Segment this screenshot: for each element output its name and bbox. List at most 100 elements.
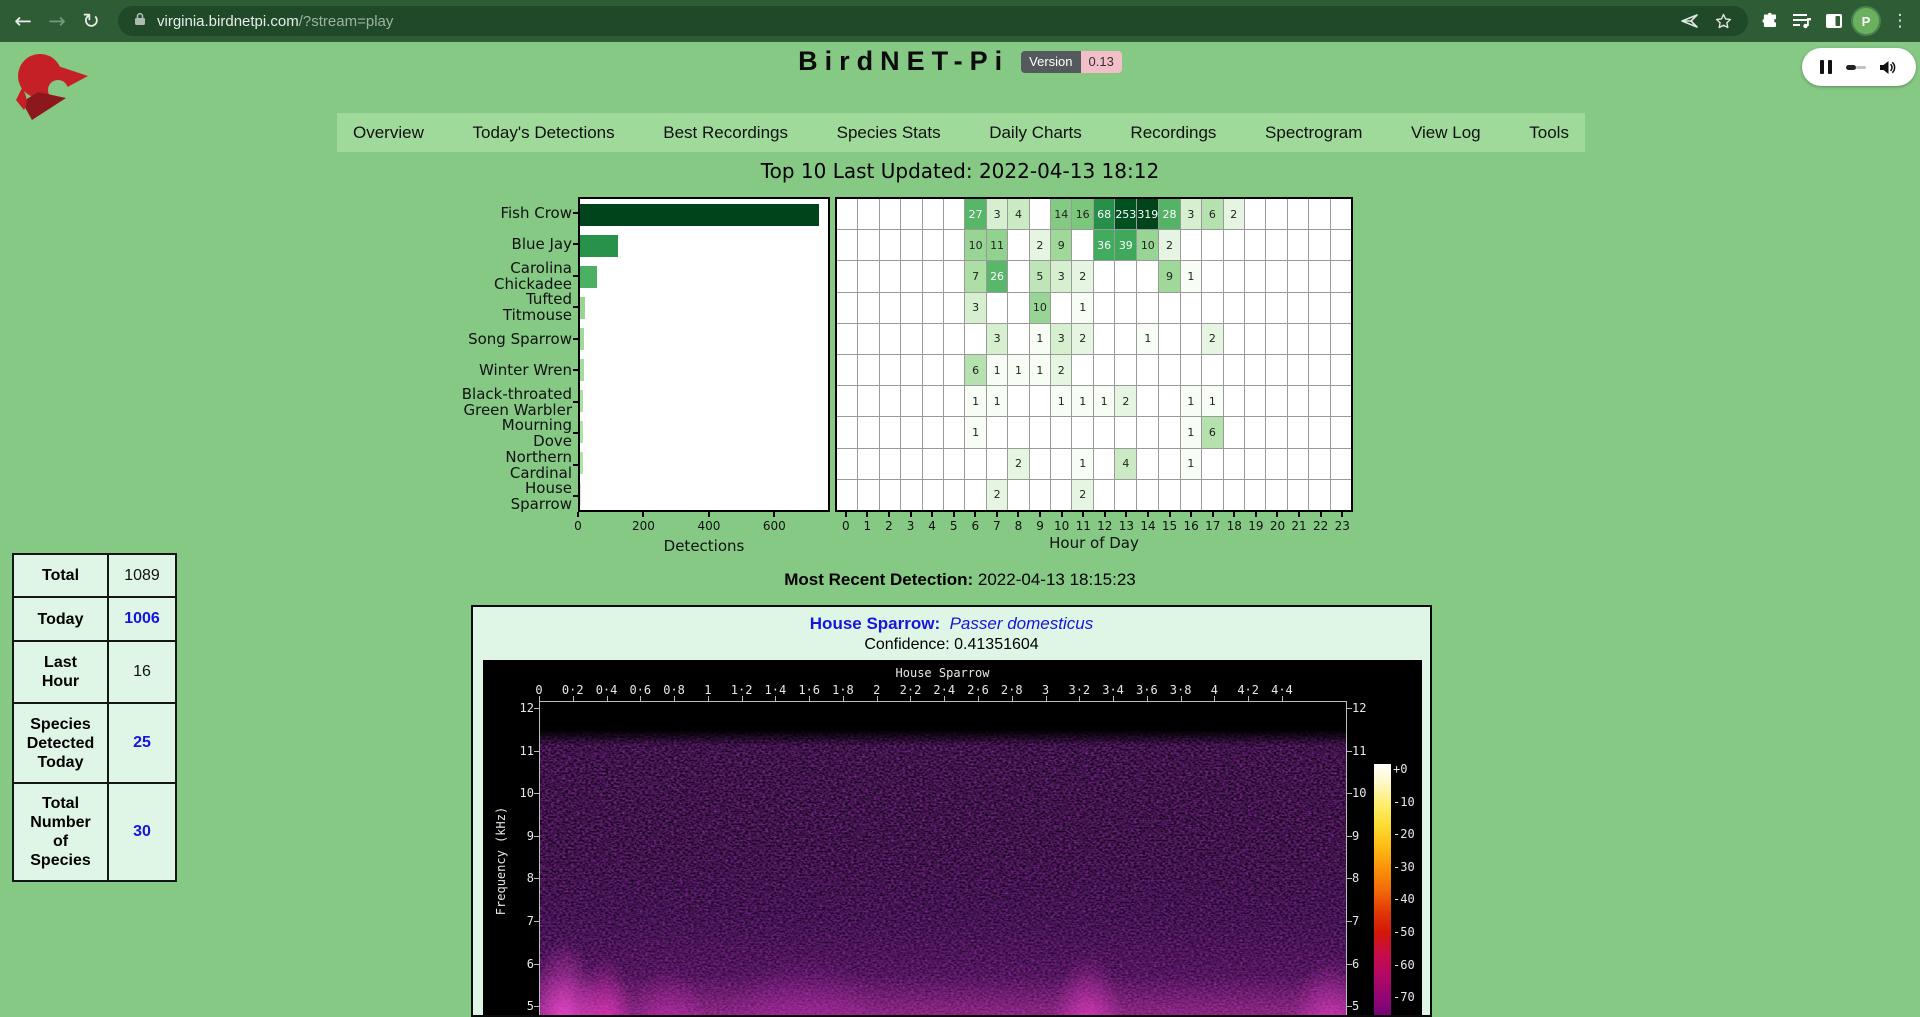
heatmap-cell <box>1245 261 1265 291</box>
heatmap-cell <box>880 261 900 291</box>
heatmap-cell <box>1115 355 1136 385</box>
extensions-icon[interactable] <box>1757 8 1783 34</box>
address-bar[interactable]: virginia.birdnetpi.com/?stream=play <box>118 6 1748 36</box>
stream-audio-player[interactable] <box>1802 48 1916 86</box>
heatmap-cell: 2 <box>1051 355 1071 385</box>
heatmap-cell: 9 <box>1159 261 1179 291</box>
heatmap-cell <box>1331 324 1351 354</box>
nav-item-overview[interactable]: Overview <box>353 123 424 143</box>
heatmap-cell <box>944 449 964 479</box>
heatmap-cell <box>1309 324 1329 354</box>
heatmap-cell: 3 <box>965 293 985 323</box>
nav-item-spectrogram[interactable]: Spectrogram <box>1265 123 1362 143</box>
nav-item-today-s-detections[interactable]: Today's Detections <box>472 123 614 143</box>
spectrogram-y-label: 12 <box>520 701 534 715</box>
spectrogram-x-label: 3·2 <box>1068 683 1090 697</box>
profile-avatar[interactable]: P <box>1853 8 1879 34</box>
nav-item-tools[interactable]: Tools <box>1529 123 1569 143</box>
heatmap-cell <box>880 417 900 447</box>
x-tick-label: 17 <box>1205 519 1220 533</box>
heatmap-cell <box>1331 386 1351 416</box>
nav-item-best-recordings[interactable]: Best Recordings <box>663 123 788 143</box>
heatmap-cell <box>901 230 921 260</box>
heatmap-cell <box>1245 199 1265 229</box>
reload-icon[interactable]: ↻ <box>74 9 108 33</box>
volume-icon[interactable] <box>1879 60 1896 75</box>
stat-value-today[interactable]: 1006 <box>108 597 176 641</box>
playlist-icon[interactable] <box>1789 8 1815 34</box>
heatmap-cell <box>1331 261 1351 291</box>
species-bar <box>580 483 581 505</box>
detection-species-link[interactable]: House Sparrow: <box>810 614 940 633</box>
heatmap-cell: 11 <box>987 230 1007 260</box>
heatmap-cell <box>1266 293 1286 323</box>
nav-item-view-log[interactable]: View Log <box>1411 123 1481 143</box>
pause-icon[interactable] <box>1820 60 1832 74</box>
send-icon[interactable] <box>1681 13 1699 29</box>
heatmap-cell <box>1094 261 1114 291</box>
detection-title: House Sparrow: Passer domesticus <box>473 614 1430 634</box>
x-tick-label: 10 <box>1054 519 1069 533</box>
stat-value-last-hour: 16 <box>108 641 176 703</box>
spectrogram-x-label: 3·4 <box>1102 683 1124 697</box>
heatmap-cell: 27 <box>965 199 985 229</box>
heatmap-cell <box>1245 386 1265 416</box>
species-bar <box>580 390 583 412</box>
x-tick <box>1082 512 1084 517</box>
heatmap-cell <box>1137 355 1158 385</box>
heatmap-cell <box>1224 417 1244 447</box>
heatmap-cell <box>987 449 1007 479</box>
x-tick <box>1169 512 1171 517</box>
colorbar-tick-label: -70 <box>1393 990 1415 1004</box>
heatmap-cell <box>837 230 857 260</box>
heatmap-cell: 1 <box>1030 355 1050 385</box>
heatmap-cell <box>1115 480 1136 510</box>
most-recent-detection: Most Recent Detection: 2022-04-13 18:15:… <box>0 570 1920 590</box>
colorbar-tick-label: -50 <box>1393 925 1415 939</box>
x-tick <box>773 512 775 517</box>
spectrogram-x-label: 3 <box>1042 683 1049 697</box>
nav-item-species-stats[interactable]: Species Stats <box>837 123 941 143</box>
stat-value-total-species[interactable]: 30 <box>108 783 176 881</box>
heatmap-cell <box>944 199 964 229</box>
heatmap-cell <box>1008 230 1028 260</box>
seek-slider[interactable] <box>1846 65 1866 70</box>
x-tick <box>1320 512 1322 517</box>
x-tick-label: 15 <box>1162 519 1177 533</box>
table-row: Last Hour 16 <box>13 641 176 703</box>
heatmap-cell <box>1331 355 1351 385</box>
spectrogram-x-label: 4 <box>1211 683 1218 697</box>
spectrogram-y-label: 6 <box>1352 957 1359 971</box>
heatmap-cell <box>837 480 857 510</box>
nav-item-daily-charts[interactable]: Daily Charts <box>989 123 1082 143</box>
heatmap-cell <box>923 324 943 354</box>
x-tick <box>910 512 912 517</box>
heatmap-cell: 1 <box>1181 417 1201 447</box>
x-tick-label: 400 <box>697 519 720 533</box>
heatmap-cell <box>1137 480 1158 510</box>
forward-icon[interactable]: → <box>40 9 74 33</box>
back-icon[interactable]: ← <box>6 9 40 33</box>
x-tick <box>642 512 644 517</box>
heatmap-cell <box>1309 230 1329 260</box>
x-tick <box>577 512 579 517</box>
heatmap-cell <box>1202 355 1222 385</box>
spectrogram-y-tick <box>534 708 539 709</box>
spectrogram-x-label: 1·8 <box>832 683 854 697</box>
heatmap-cell <box>923 386 943 416</box>
menu-dots-icon[interactable]: ⋮ <box>1890 7 1910 35</box>
heatmap-cell: 3 <box>987 199 1007 229</box>
spectrogram-y-label: 12 <box>1352 701 1366 715</box>
stat-value-species-today[interactable]: 25 <box>108 703 176 783</box>
nav-item-recordings[interactable]: Recordings <box>1130 123 1216 143</box>
stats-table: Total 1089 Today 1006 Last Hour 16 Speci… <box>12 553 177 882</box>
star-icon[interactable] <box>1715 13 1732 30</box>
heatmap-cell <box>1266 230 1286 260</box>
heatmap-cell <box>1245 293 1265 323</box>
top10-chart: Fish CrowBlue JayCarolina ChickadeeTufte… <box>460 196 1360 566</box>
heatmap-cell <box>923 355 943 385</box>
url-domain: virginia.birdnetpi.com <box>157 13 299 30</box>
sidebar-icon[interactable] <box>1821 8 1847 34</box>
x-tick <box>1276 512 1278 517</box>
bar-xaxis-label: Detections <box>664 537 745 555</box>
